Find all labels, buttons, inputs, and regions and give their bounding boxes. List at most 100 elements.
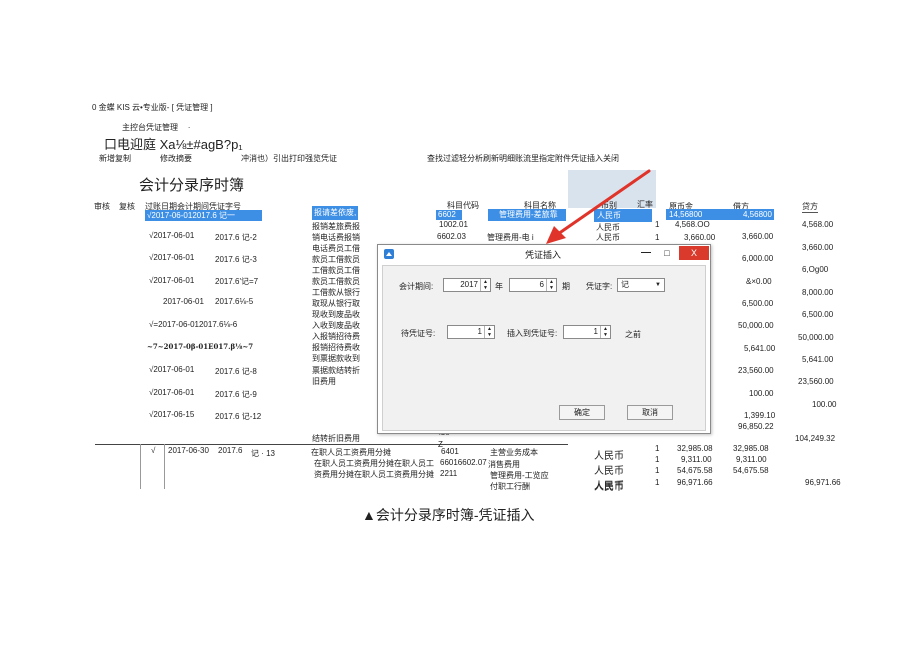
row-credit[interactable]: 4,568.00 <box>802 220 833 229</box>
row-date[interactable]: √2017-06-01 <box>149 365 194 374</box>
row-summary[interactable]: 结转折旧费用 <box>312 433 360 444</box>
row-summary[interactable]: 入收到废品收 <box>312 320 360 331</box>
row-debit[interactable]: 6,500.00 <box>742 299 773 308</box>
minimize-button[interactable]: — <box>636 246 656 260</box>
row-debit[interactable]: 50,000.00 <box>738 321 774 330</box>
toolbar-icons-row[interactable]: 口电迎庭 Xa⅛±#agB?p₁ <box>104 134 243 153</box>
bottom-credit[interactable]: 96,971.66 <box>805 478 841 487</box>
row-summary[interactable]: 取现从银行取 <box>312 298 360 309</box>
row-voucher[interactable]: 2017.6⅛-5 <box>215 297 253 306</box>
row-debit[interactable]: 23,560.00 <box>738 366 774 375</box>
row1-date-voucher[interactable]: √2017-06-012017.6 记一 <box>145 210 262 221</box>
row-summary[interactable]: 销电话费报销 <box>312 232 360 243</box>
spin-arrows-icon[interactable]: ▲ ▼ <box>600 326 610 338</box>
row-code[interactable]: 1002.01 <box>439 220 468 229</box>
row-debit[interactable]: 96,850.22 <box>738 422 774 431</box>
row-credit[interactable]: 6,Og00 <box>802 265 828 274</box>
row-voucher[interactable]: 2017.6 记-12 <box>215 411 261 422</box>
row1-amounts[interactable]: 14,56800 4,56800 <box>666 209 774 220</box>
row-credit[interactable]: 104,249.32 <box>795 434 835 443</box>
cancel-print-preview-buttons[interactable]: 冲消也）引出打印强览凭证 <box>241 153 337 164</box>
edit-summary-buttons[interactable]: 修改摘要 <box>160 153 192 164</box>
row-credit[interactable]: 50,000.00 <box>798 333 834 342</box>
breadcrumb[interactable]: 主控台凭证管理 <box>122 122 178 133</box>
bottom-orig[interactable]: 54,675.58 <box>677 466 713 475</box>
bottom-name[interactable]: 付职工行酬 <box>490 481 530 492</box>
row-credit[interactable]: 8,000.00 <box>802 288 833 297</box>
row-date-voucher[interactable]: √=2017-06-012017.6⅛-6 <box>149 320 237 329</box>
bottom-name[interactable]: 主营业务成本 <box>490 447 538 458</box>
spin-arrows-icon[interactable]: ▲ ▼ <box>546 279 556 291</box>
row-debit[interactable]: &×0.00 <box>746 277 772 286</box>
row-summary[interactable]: 旧费用 <box>312 376 336 387</box>
bottom-code[interactable]: 6401 <box>441 447 459 456</box>
row-date[interactable]: 2017-06-01 <box>163 297 204 306</box>
row-date[interactable]: √2017-06-01 <box>149 253 194 262</box>
add-copy-buttons[interactable]: 新增复制 <box>99 153 131 164</box>
row-summary[interactable]: 工借款从银行 <box>312 287 360 298</box>
bottom-rate[interactable]: 1 <box>655 444 659 453</box>
row-debit[interactable]: 5,641.00 <box>744 344 775 353</box>
row-name[interactable]: 管理费用-电 i <box>487 232 534 243</box>
row-summary[interactable]: 入报销招待费 <box>312 331 360 342</box>
row-credit[interactable]: 100.00 <box>812 400 836 409</box>
row-summary[interactable]: 到票据款收到 <box>312 353 360 364</box>
row-summary[interactable]: 现收到废品收 <box>312 309 360 320</box>
voucher-word-select[interactable]: 记 ▼ <box>617 278 665 292</box>
row-debit[interactable]: 1,399.10 <box>744 411 775 420</box>
row-code[interactable]: 6602.03 <box>437 232 466 241</box>
month-spinner[interactable]: 6 ▲ ▼ <box>509 278 557 292</box>
row-voucher[interactable]: 2017.6 记-3 <box>215 254 257 265</box>
row-debit[interactable]: 6,000.00 <box>742 254 773 263</box>
bottom-voucher[interactable]: 记 · 13 <box>251 448 275 459</box>
row-summary[interactable]: 款员工借款员 <box>312 254 360 265</box>
cancel-button[interactable]: 取消 <box>627 405 673 420</box>
row1-summary[interactable]: 报请差依废, <box>312 206 358 220</box>
spin-arrows-icon[interactable]: ▲ ▼ <box>480 279 490 291</box>
row-summary[interactable]: 款员工借款员 <box>312 276 360 287</box>
row-date[interactable]: √2017-06-01 <box>149 276 194 285</box>
header-audit[interactable]: 审核 <box>94 201 110 212</box>
ok-button[interactable]: 确定 <box>559 405 605 420</box>
row-date[interactable]: √2017-06-01 <box>149 231 194 240</box>
row-summary[interactable]: 报销差旅费报 <box>312 221 360 232</box>
row-voucher[interactable]: 2017.6 记-2 <box>215 232 257 243</box>
bottom-debit[interactable]: 9,311.00 <box>736 455 767 464</box>
bottom-code[interactable]: 2211 <box>440 469 457 478</box>
row-voucher[interactable]: 2017.6'记=7 <box>215 276 258 287</box>
bottom-rate[interactable]: 1 <box>655 466 659 475</box>
row-voucher[interactable]: 2017.6 记-8 <box>215 366 257 377</box>
bottom-orig[interactable]: 9,311.00 <box>681 455 712 464</box>
bottom-summary[interactable]: 资费用分摊在职人员工资费用分摊 <box>314 469 434 480</box>
row-credit[interactable]: 3,660.00 <box>802 243 833 252</box>
bottom-summary[interactable]: 在职人员工资费用分摊在职人员工 <box>314 458 434 469</box>
bottom-code[interactable]: 66016602.07 <box>440 458 487 467</box>
year-spinner[interactable]: 2017 ▲ ▼ <box>443 278 491 292</box>
row-debit[interactable]: 100.00 <box>749 389 773 398</box>
header-credit[interactable]: 贷方 <box>802 201 818 213</box>
chevron-down-icon[interactable]: ▼ <box>653 280 663 290</box>
row-voucher[interactable]: 2017.6 记-9 <box>215 389 257 400</box>
bottom-debit[interactable]: 54,675.58 <box>733 466 769 475</box>
row-summary[interactable]: 电话费员工借 <box>312 243 360 254</box>
row-orig[interactable]: 3,660.00 <box>684 233 715 242</box>
close-button[interactable]: X <box>679 246 709 260</box>
row-credit[interactable]: 5,641.00 <box>802 355 833 364</box>
row-date-voucher[interactable]: ~7~2017-0β-01E017.β⅛~7 <box>147 342 253 351</box>
bottom-debit[interactable]: 32,985.08 <box>733 444 769 453</box>
maximize-button[interactable]: □ <box>657 246 677 260</box>
spin-arrows-icon[interactable]: ▲ ▼ <box>484 326 494 338</box>
row-credit[interactable]: 6,500.00 <box>802 310 833 319</box>
row-date[interactable]: √2017-06-01 <box>149 388 194 397</box>
bottom-period[interactable]: 2017.6 <box>218 446 242 455</box>
bottom-orig[interactable]: 96,971.66 <box>677 478 713 487</box>
bottom-currency[interactable]: 人民币 <box>594 478 624 493</box>
row-credit[interactable]: 23,560.00 <box>798 377 834 386</box>
row-orig[interactable]: 4,568.OO <box>675 220 710 229</box>
row-debit[interactable]: 3,660.00 <box>742 232 773 241</box>
bottom-orig[interactable]: 32,985.08 <box>677 444 713 453</box>
bottom-summary[interactable]: 在职人员工资费用分摊 <box>311 447 391 458</box>
bottom-name[interactable]: 管理费用-工览应 <box>490 470 549 481</box>
insert-to-spinner[interactable]: 1 ▲ ▼ <box>563 325 611 339</box>
row-summary[interactable]: 工借款员工借 <box>312 265 360 276</box>
